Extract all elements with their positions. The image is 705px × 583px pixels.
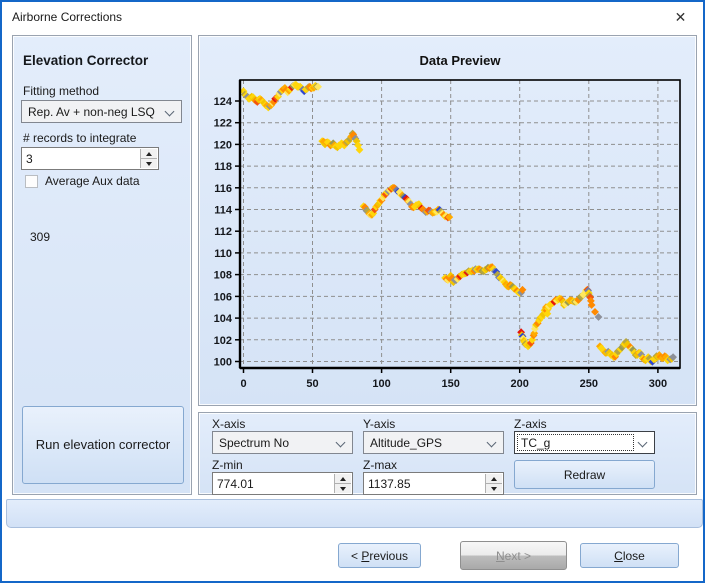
run-elevation-corrector-button[interactable]: Run elevation corrector (22, 406, 184, 484)
spinner-buttons (140, 149, 157, 168)
spinner-buttons (485, 474, 502, 493)
elevation-corrector-panel: Elevation Corrector Fitting method Rep. … (12, 35, 192, 495)
data-preview-panel: 100 102 104 106 108 110 112 114 116 118 120 122 124 0… (198, 35, 697, 406)
z-axis-value: TC_g (521, 436, 630, 450)
records-label: # records to integrate (23, 131, 136, 145)
z-max-label: Z-max (363, 458, 397, 472)
x-axis-select[interactable]: Spectrum No (212, 431, 353, 454)
svg-text:50: 50 (306, 378, 318, 390)
record-count-text: 309 (30, 230, 50, 244)
svg-text:116: 116 (214, 183, 232, 195)
redraw-button[interactable]: Redraw (514, 460, 655, 489)
svg-text:114: 114 (214, 205, 233, 217)
close-icon: ✕ (675, 10, 687, 24)
previous-button[interactable]: < Previous (338, 543, 421, 568)
svg-text:122: 122 (214, 118, 232, 130)
arrow-down-icon (491, 487, 497, 491)
footer-strip (6, 499, 703, 528)
next-label-key: N (496, 549, 505, 563)
spin-down-button[interactable] (335, 483, 351, 493)
axis-controls-panel: X-axis Spectrum No Y-axis Altitude_GPS Z… (198, 412, 697, 495)
chevron-down-icon (165, 107, 175, 117)
titlebar-close-button[interactable]: ✕ (658, 2, 703, 31)
x-axis-label: X-axis (212, 417, 245, 431)
svg-text:102: 102 (214, 335, 232, 347)
arrow-up-icon (146, 152, 152, 156)
x-axis-value: Spectrum No (219, 436, 328, 450)
svg-text:200: 200 (511, 378, 529, 390)
spin-up-button[interactable] (141, 149, 157, 158)
z-max-spinner (363, 472, 504, 495)
spin-down-button[interactable] (141, 158, 157, 168)
spin-down-button[interactable] (486, 483, 502, 493)
y-axis-value: Altitude_GPS (370, 436, 479, 450)
y-axis-label: Y-axis (363, 417, 395, 431)
spin-up-button[interactable] (335, 474, 351, 483)
arrow-down-icon (340, 487, 346, 491)
close-label-key: C (614, 549, 623, 563)
chart-title: Data Preview (240, 53, 680, 68)
previous-label-rest: revious (369, 549, 408, 563)
svg-text:104: 104 (214, 313, 233, 325)
svg-text:120: 120 (214, 139, 232, 151)
z-min-label: Z-min (212, 458, 243, 472)
fitting-method-select[interactable]: Rep. Av + non-neg LSQ (21, 100, 182, 123)
z-min-input[interactable] (217, 474, 330, 493)
average-aux-checkbox[interactable] (25, 175, 38, 188)
svg-text:300: 300 (649, 378, 667, 390)
panel-heading: Elevation Corrector (23, 53, 148, 68)
spin-up-button[interactable] (486, 474, 502, 483)
next-label-rest: ext > (505, 549, 531, 563)
fitting-method-value: Rep. Av + non-neg LSQ (28, 105, 157, 119)
svg-text:150: 150 (442, 378, 460, 390)
svg-text:250: 250 (580, 378, 598, 390)
svg-text:112: 112 (214, 226, 232, 238)
previous-label-pre: < (351, 549, 361, 563)
window-title: Airborne Corrections (12, 10, 122, 24)
records-spinner (21, 147, 159, 170)
chevron-down-icon (638, 438, 648, 448)
svg-text:110: 110 (214, 248, 232, 260)
arrow-up-icon (491, 477, 497, 481)
titlebar: Airborne Corrections ✕ (2, 2, 703, 32)
svg-text:100: 100 (214, 357, 232, 369)
spinner-buttons (334, 474, 351, 493)
average-aux-row: Average Aux data (25, 174, 140, 188)
svg-text:108: 108 (214, 270, 232, 282)
z-min-spinner (212, 472, 353, 495)
arrow-down-icon (146, 162, 152, 166)
close-button[interactable]: Close (580, 543, 679, 568)
records-input[interactable] (26, 149, 136, 168)
svg-text:118: 118 (214, 161, 232, 173)
z-max-input[interactable] (368, 474, 481, 493)
chevron-down-icon (336, 438, 346, 448)
close-label-rest: lose (623, 549, 645, 563)
arrow-up-icon (340, 477, 346, 481)
airborne-corrections-dialog: Airborne Corrections ✕ Elevation Correct… (0, 0, 705, 583)
preview-plot: 100 102 104 106 108 110 112 114 116 118 120 122 124 0… (199, 36, 698, 407)
y-axis-select[interactable]: Altitude_GPS (363, 431, 504, 454)
next-button[interactable]: Next > (460, 541, 567, 570)
average-aux-label: Average Aux data (45, 174, 140, 188)
svg-text:100: 100 (372, 378, 390, 390)
z-axis-label: Z-axis (514, 417, 547, 431)
z-axis-select[interactable]: TC_g (514, 431, 655, 454)
svg-text:124: 124 (214, 96, 233, 108)
svg-text:0: 0 (240, 378, 246, 390)
fitting-method-label: Fitting method (23, 84, 99, 98)
svg-text:106: 106 (214, 291, 232, 303)
chevron-down-icon (487, 438, 497, 448)
